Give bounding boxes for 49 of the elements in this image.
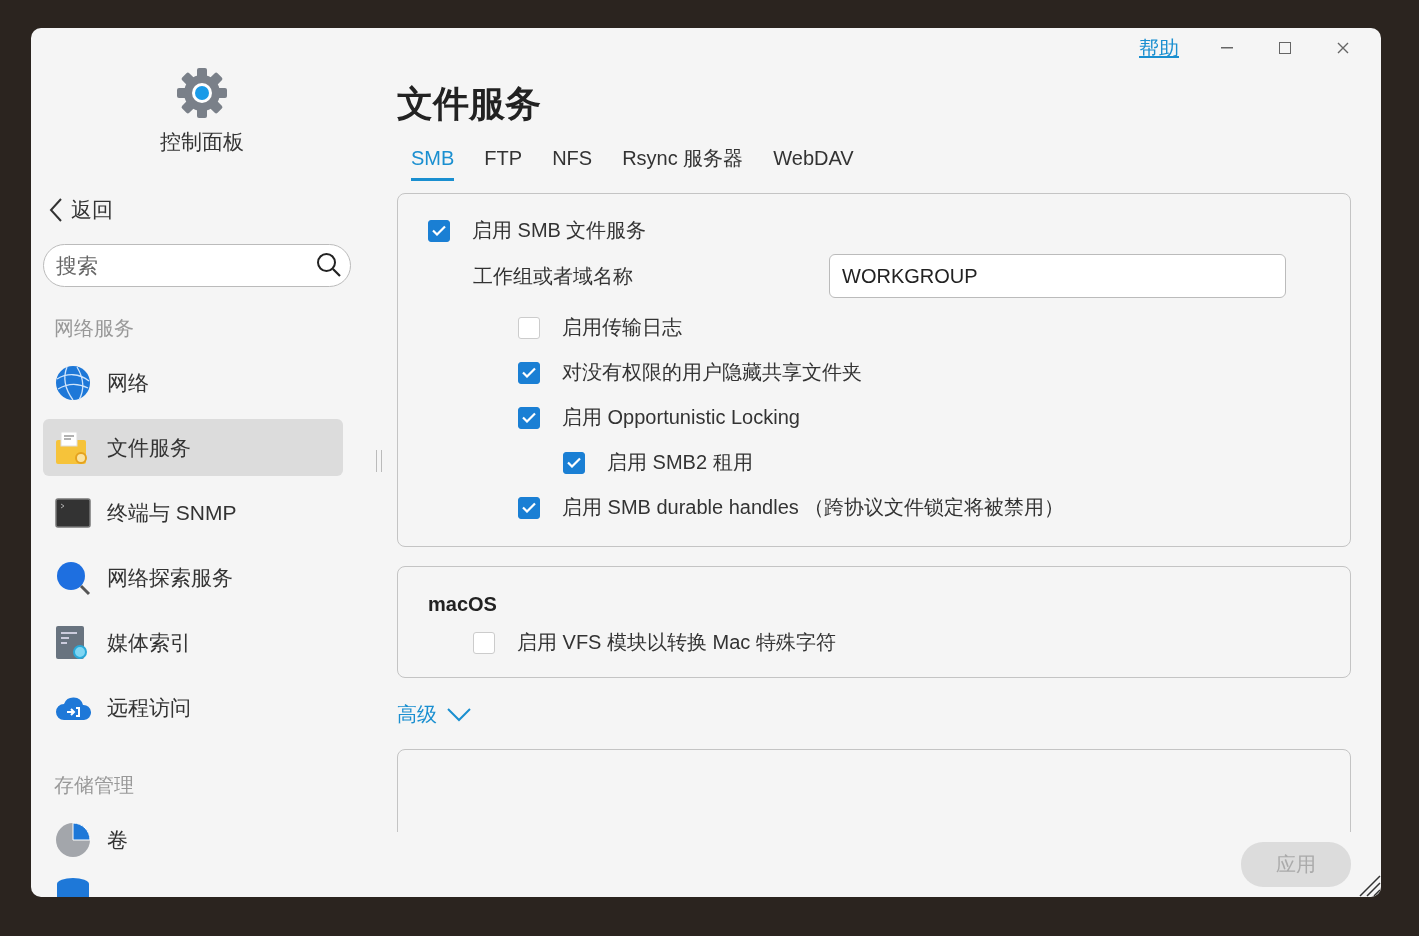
sidebar-item[interactable]: 远程访问	[43, 679, 343, 736]
search-field[interactable]: 搜索	[43, 244, 351, 287]
checkmark-icon	[432, 225, 446, 236]
section-title: 网络服务	[54, 316, 135, 341]
splitter-handle[interactable]	[376, 450, 382, 472]
tab[interactable]: Rsync 服务器	[622, 145, 744, 181]
sidebar-item[interactable]: 网络探索服务	[43, 549, 343, 606]
checkmark-icon	[567, 457, 581, 468]
checkmark-icon	[522, 502, 536, 513]
checkbox[interactable]	[518, 496, 540, 519]
chevron-left-icon	[49, 198, 63, 222]
sidebar-item[interactable]: 网络	[43, 354, 343, 411]
app-title: 控制面板	[160, 129, 244, 155]
sidebar-item[interactable]: 终端与 SNMP	[43, 484, 343, 541]
sidebar-item[interactable]: 文件服务	[43, 419, 343, 476]
search-icon	[316, 252, 342, 278]
checkbox[interactable]	[428, 219, 450, 242]
input-field[interactable]: WORKGROUP	[829, 254, 1286, 298]
close-icon	[1337, 42, 1349, 54]
back-link[interactable]: 返回	[49, 196, 113, 224]
tab[interactable]: WebDAV	[773, 145, 854, 181]
checkbox[interactable]	[563, 451, 585, 474]
card-heading: macOS	[428, 593, 498, 616]
search-icon	[55, 559, 91, 596]
option-label: 启用 SMB2 租用	[607, 450, 753, 475]
checkbox[interactable]	[518, 316, 540, 339]
globe-icon	[55, 364, 91, 401]
checkmark-icon	[522, 367, 536, 378]
sidebar-item[interactable]: 媒体索引	[43, 614, 343, 671]
option-label: 启用 VFS 模块以转换 Mac 特殊字符	[517, 630, 836, 655]
checkbox[interactable]	[518, 406, 540, 429]
minimize-icon	[1221, 47, 1233, 49]
checkbox[interactable]	[518, 361, 540, 384]
tab[interactable]: FTP	[484, 145, 523, 181]
gear-icon	[177, 68, 227, 118]
section-title: 存储管理	[54, 773, 135, 798]
option-label: 启用 Opportunistic Locking	[562, 405, 800, 430]
pie-chart-icon	[55, 821, 91, 858]
option-label: 对没有权限的用户隐藏共享文件夹	[562, 360, 862, 385]
option-label: 启用 SMB durable handles （跨协议文件锁定将被禁用）	[562, 495, 1065, 520]
tab[interactable]: NFS	[552, 145, 593, 181]
option-label: 启用传输日志	[562, 315, 682, 340]
maximize-icon	[1279, 42, 1291, 54]
sidebar-item[interactable]: 卷	[43, 811, 343, 868]
option-label: 启用 SMB 文件服务	[472, 218, 647, 243]
checkbox[interactable]	[473, 631, 495, 654]
field-label: 工作组或者域名称	[473, 263, 634, 289]
checkmark-icon	[522, 412, 536, 423]
page-title: 文件服务	[397, 82, 542, 126]
